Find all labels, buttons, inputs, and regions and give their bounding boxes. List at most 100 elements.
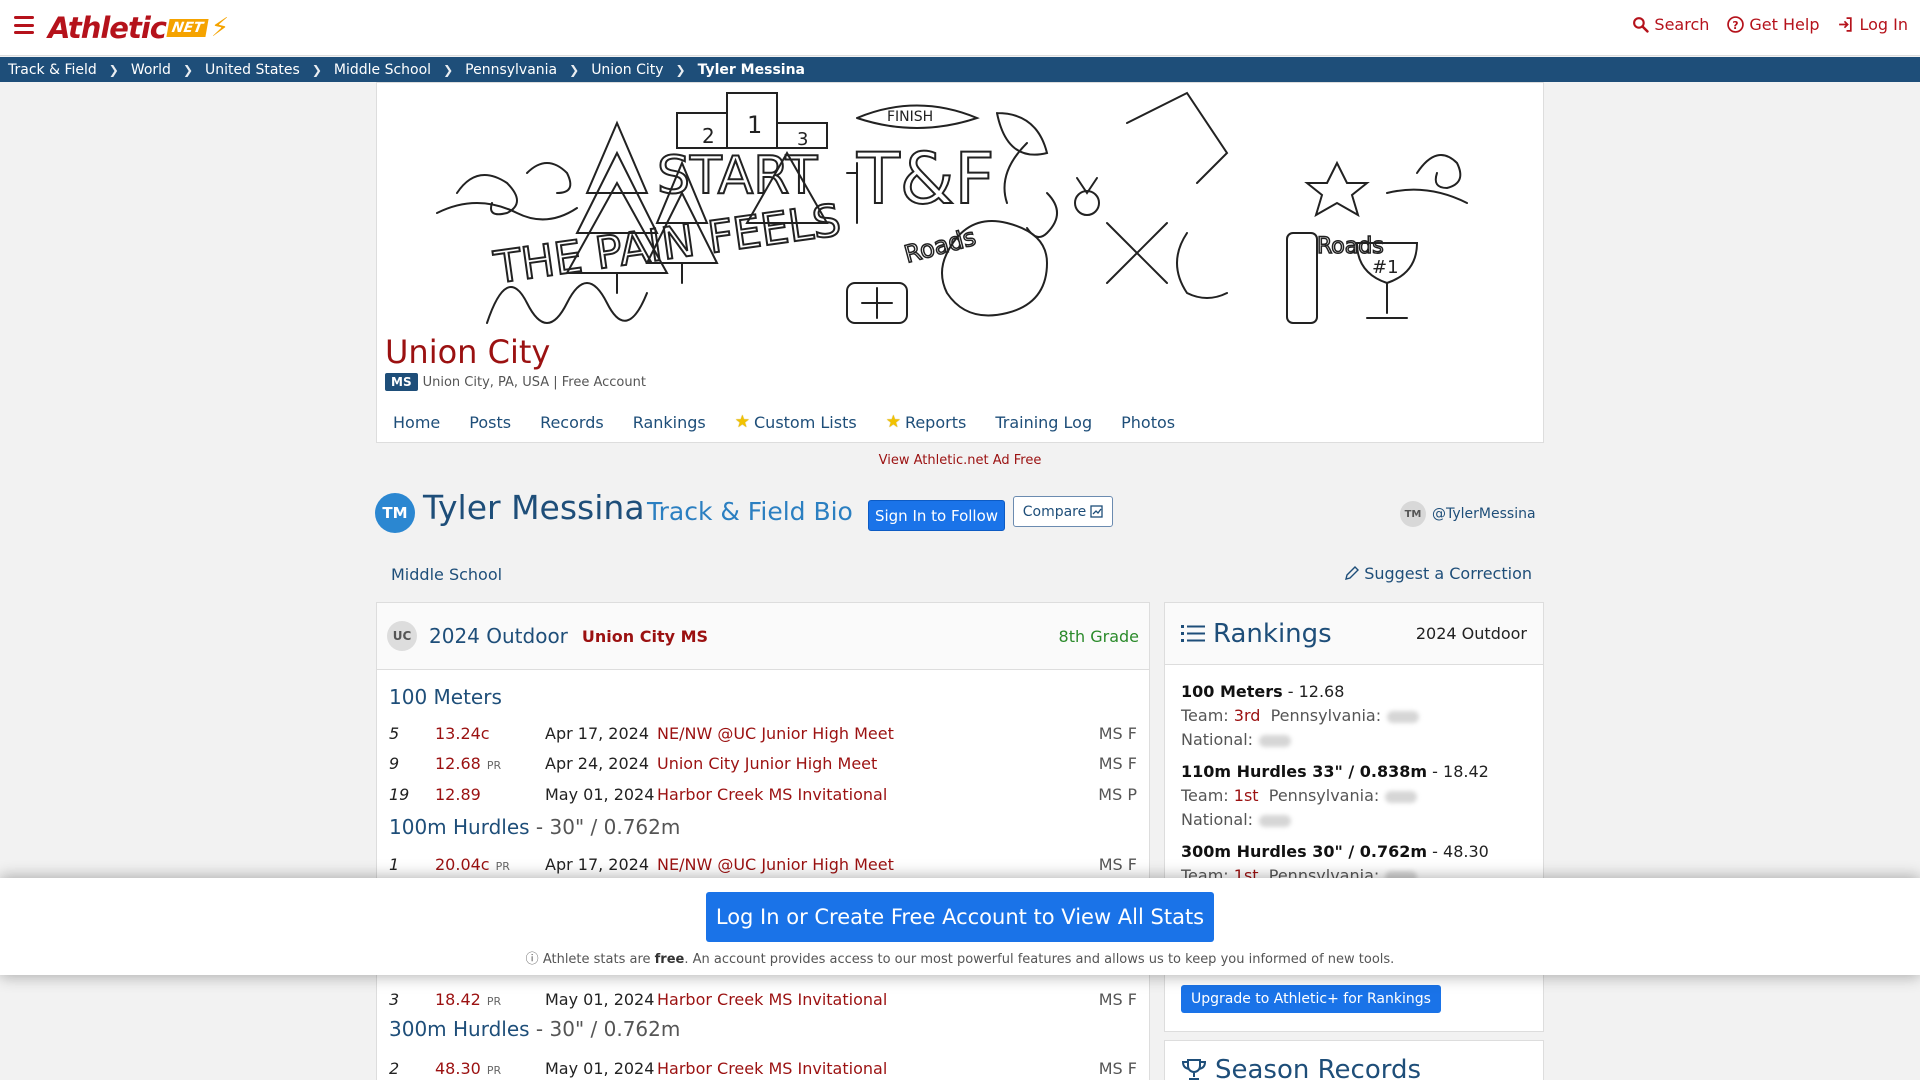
team-rank: 3rd xyxy=(1233,706,1261,725)
result-row[interactable]: 3 18.42 PR May 01, 2024 Harbor Creek MS I… xyxy=(389,988,1137,1010)
svg-text:START: START xyxy=(657,146,818,206)
ranking-item: 100 Meters - 12.68 Team: 3rd Pennsylvani… xyxy=(1181,680,1420,752)
ranking-event: 110m Hurdles 33" / 0.838m xyxy=(1181,762,1428,781)
handle-text: @TylerMessina xyxy=(1432,506,1536,522)
result-row[interactable]: 1 20.04c PR Apr 17, 2024 NE/NW @UC Junior… xyxy=(389,853,1137,875)
breadcrumb-pennsylvania[interactable]: Pennsylvania xyxy=(465,62,557,78)
team-nav-reports[interactable]: ★ Reports xyxy=(886,412,967,432)
svg-text:3: 3 xyxy=(797,129,808,150)
breadcrumb-track-field[interactable]: Track & Field xyxy=(8,62,97,78)
event-spec: - 30" / 0.762m xyxy=(529,1017,681,1041)
team-nav-records[interactable]: Records xyxy=(540,412,604,432)
suggest-correction-link[interactable]: Suggest a Correction xyxy=(1344,564,1532,583)
team-meta: MS Union City, PA, USA | Free Account xyxy=(385,373,646,391)
chevron-right-icon: ❯ xyxy=(675,62,686,77)
team-rank: 1st xyxy=(1233,786,1259,805)
chevron-right-icon: ❯ xyxy=(311,62,322,77)
division: MS F xyxy=(1098,1058,1137,1078)
result-row[interactable]: 2 48.30 PR May 01, 2024 Harbor Creek MS I… xyxy=(389,1057,1137,1079)
season-records-card: Season Records xyxy=(1164,1040,1544,1080)
team-header-card: START T&F THE PAIN FEELS FINISH 2 1 3 Road… xyxy=(376,82,1544,443)
team-nav-photos[interactable]: Photos xyxy=(1121,412,1175,432)
team-nav-training-log[interactable]: Training Log xyxy=(995,412,1092,432)
breadcrumb-union-city[interactable]: Union City xyxy=(591,62,663,78)
handle-avatar: TM xyxy=(1400,501,1426,527)
team-nav: Home Posts Records Rankings ★ Custom List… xyxy=(393,412,1175,432)
search-label: Search xyxy=(1654,15,1710,34)
event-name: 100m Hurdles xyxy=(389,815,530,839)
ad-free-link[interactable]: View Athletic.net Ad Free xyxy=(0,453,1920,468)
get-help-label: Get Help xyxy=(1749,15,1820,34)
svg-text:1: 1 xyxy=(747,111,762,139)
date: Apr 17, 2024 xyxy=(545,723,650,743)
division: MS F xyxy=(1098,753,1137,773)
meet-link[interactable]: Harbor Creek MS Invitational xyxy=(657,1059,887,1078)
place: 2 xyxy=(389,1058,400,1078)
pr-badge: PR xyxy=(486,1063,502,1077)
meet-link[interactable]: Harbor Creek MS Invitational xyxy=(657,990,887,1009)
date: Apr 24, 2024 xyxy=(545,753,650,773)
mark-value: 18.42 xyxy=(435,989,481,1009)
team-label: Team: xyxy=(1181,706,1229,725)
result-row[interactable]: 9 12.68 PR Apr 24, 2024 Union City Junior… xyxy=(389,752,1137,774)
meet-link[interactable]: Union City Junior High Meet xyxy=(657,754,877,773)
svg-text:?: ? xyxy=(1733,19,1739,32)
date: May 01, 2024 xyxy=(545,784,655,804)
ranking-mark: - 18.42 xyxy=(1427,762,1489,781)
login-link[interactable]: Log In xyxy=(1837,15,1908,34)
logo-bolt-icon: ⚡ xyxy=(210,13,230,43)
note-post: . An account provides access to our most… xyxy=(684,952,1395,967)
result-row[interactable]: 5 13.24c Apr 17, 2024 NE/NW @UC Junior H… xyxy=(389,722,1137,744)
school-link[interactable]: Union City MS xyxy=(582,627,708,646)
state-label: Pennsylvania: xyxy=(1270,706,1382,725)
team-nav-home[interactable]: Home xyxy=(393,412,440,432)
compare-button[interactable]: Compare xyxy=(1013,496,1113,527)
place: 3 xyxy=(389,989,400,1009)
division: MS P xyxy=(1098,784,1137,804)
svg-text:Roads: Roads xyxy=(901,223,979,269)
meet-link[interactable]: Harbor Creek MS Invitational xyxy=(657,785,887,804)
search-link[interactable]: Search xyxy=(1632,15,1709,34)
mark: 18.42 PR xyxy=(435,990,545,1009)
pr-badge: PR xyxy=(486,758,502,772)
breadcrumb-united-states[interactable]: United States xyxy=(205,62,300,78)
ranking-team-line: Team: 3rd Pennsylvania: xyxy=(1181,704,1420,728)
list-icon xyxy=(1181,624,1205,642)
svg-text:T&F: T&F xyxy=(856,138,995,220)
compare-label: Compare xyxy=(1022,503,1087,520)
sign-in-to-follow-button[interactable]: Sign In to Follow xyxy=(868,500,1005,531)
breadcrumb-world[interactable]: World xyxy=(131,62,171,78)
team-nav-rankings[interactable]: Rankings xyxy=(633,412,706,432)
blurred-rank xyxy=(1259,814,1292,827)
login-overlay: Log In or Create Free Account to View Al… xyxy=(0,878,1920,975)
pr-badge: PR xyxy=(495,859,510,873)
chart-icon xyxy=(1090,505,1103,518)
team-nav-posts[interactable]: Posts xyxy=(469,412,511,432)
svg-text:Roads: Roads xyxy=(1317,234,1384,259)
logo-net: NET xyxy=(166,19,209,37)
logo-text: Athletic xyxy=(48,11,167,45)
athlete-handle[interactable]: TM @TylerMessina xyxy=(1400,501,1536,527)
meet-link[interactable]: NE/NW @UC Junior High Meet xyxy=(657,724,894,743)
ranking-event: 300m Hurdles 30" / 0.762m xyxy=(1181,842,1428,861)
team-nav-custom-lists[interactable]: ★ Custom Lists xyxy=(735,412,857,432)
breadcrumb-current: Tyler Messina xyxy=(697,61,805,78)
athletic-net-logo[interactable]: Athletic NET ⚡ xyxy=(48,10,229,46)
login-create-account-button[interactable]: Log In or Create Free Account to View Al… xyxy=(706,892,1214,942)
upgrade-button[interactable]: Upgrade to Athletic+ for Rankings xyxy=(1181,985,1441,1013)
get-help-link[interactable]: ? Get Help xyxy=(1727,15,1819,34)
team-location: Union City, PA, USA | Free Account xyxy=(422,374,646,390)
level-link[interactable]: Middle School xyxy=(391,565,502,584)
event-title: 100m Hurdles - 30" / 0.762m xyxy=(389,815,680,839)
place: 19 xyxy=(389,784,410,804)
meet-link[interactable]: NE/NW @UC Junior High Meet xyxy=(657,855,894,874)
trophy-icon xyxy=(1181,1059,1207,1080)
ranking-national-line: National: xyxy=(1181,728,1419,752)
breadcrumb-middle-school[interactable]: Middle School xyxy=(334,62,431,78)
menu-icon[interactable] xyxy=(14,16,34,34)
custom-lists-label: Custom Lists xyxy=(754,412,857,432)
result-row[interactable]: 19 12.89 May 01, 2024 Harbor Creek MS In… xyxy=(389,783,1137,805)
team-name[interactable]: Union City xyxy=(385,333,550,371)
place: 5 xyxy=(389,723,400,743)
ranking-item: 110m Hurdles 33" / 0.838m - 18.42 Team: … xyxy=(1181,760,1489,832)
